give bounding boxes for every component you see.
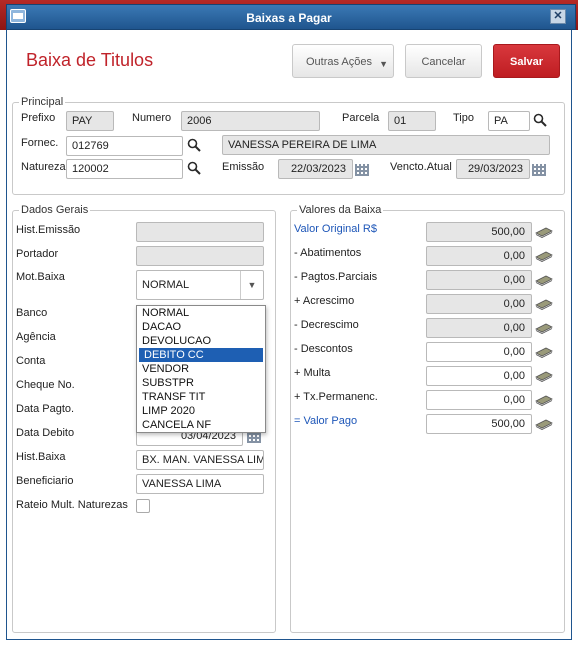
option-vendor[interactable]: VENDOR <box>137 362 265 376</box>
hist-emissao-field[interactable] <box>136 222 264 242</box>
hist-emissao-label: Hist.Emissão <box>16 224 81 236</box>
banco-label: Banco <box>16 307 48 319</box>
valor-original-label: Valor Original R$ <box>294 223 377 235</box>
fornec-nome-field[interactable]: VANESSA PEREIRA DE LIMA <box>222 135 550 155</box>
money-icon[interactable] <box>535 298 553 310</box>
tipo-label: Tipo <box>453 112 474 124</box>
option-substpr[interactable]: SUBSTPR <box>137 376 265 390</box>
parcela-field[interactable]: 01 <box>388 111 436 131</box>
window-title: Baixas a Pagar <box>246 11 332 25</box>
title-bar: Baixas a Pagar ✕ <box>0 0 578 30</box>
fornec-label: Fornec. <box>21 137 59 149</box>
valores-legend: Valores da Baixa <box>299 204 382 216</box>
descontos-field[interactable]: 0,00 <box>426 342 532 362</box>
vencto-field[interactable]: 29/03/2023 <box>456 159 530 179</box>
natureza-label: Natureza <box>21 161 66 173</box>
descontos-label: - Descontos <box>294 343 353 355</box>
data-pagto-label: Data Pagto. <box>16 403 75 415</box>
option-limp-2020[interactable]: LIMP 2020 <box>137 404 265 418</box>
other-actions-button[interactable]: Outras Ações ▼ <box>292 44 394 78</box>
mot-baixa-select[interactable]: NORMAL ▼ <box>136 270 264 300</box>
pagtos-parciais-field[interactable]: 0,00 <box>426 270 532 290</box>
conta-label: Conta <box>16 355 46 367</box>
save-button[interactable]: Salvar <box>493 44 560 78</box>
prefixo-label: Prefixo <box>21 112 56 124</box>
multa-label: + Multa <box>294 367 331 379</box>
search-icon[interactable] <box>187 161 201 175</box>
rateio-checkbox[interactable] <box>136 499 150 513</box>
money-icon[interactable] <box>535 322 553 334</box>
money-icon[interactable] <box>535 370 553 382</box>
valor-original-field[interactable]: 500,00 <box>426 222 532 242</box>
money-icon[interactable] <box>535 418 553 430</box>
prefixo-field[interactable]: PAY <box>66 111 114 131</box>
tipo-field[interactable]: PA <box>488 111 530 131</box>
abatimentos-field[interactable]: 0,00 <box>426 246 532 266</box>
option-normal[interactable]: NORMAL <box>137 306 265 320</box>
acrescimo-field[interactable]: 0,00 <box>426 294 532 314</box>
emissao-field[interactable]: 22/03/2023 <box>278 159 353 179</box>
money-icon[interactable] <box>535 250 553 262</box>
valor-pago-label: = Valor Pago <box>294 415 358 427</box>
hist-baixa-field[interactable]: BX. MAN. VANESSA LIMA <box>136 450 264 470</box>
acrescimo-label: + Acrescimo <box>294 295 355 307</box>
portador-label: Portador <box>16 248 59 260</box>
chevron-down-icon: ▼ <box>240 271 263 299</box>
money-icon[interactable] <box>535 394 553 406</box>
beneficiario-label: Beneficiario <box>16 475 74 487</box>
cancel-button[interactable]: Cancelar <box>405 44 482 78</box>
multa-field[interactable]: 0,00 <box>426 366 532 386</box>
mot-baixa-value: NORMAL <box>142 279 190 291</box>
dados-gerais-legend: Dados Gerais <box>21 204 89 216</box>
money-icon[interactable] <box>535 274 553 286</box>
option-transf-tit[interactable]: TRANSF TIT <box>137 390 265 404</box>
vencto-label: Vencto.Atual <box>390 161 452 173</box>
tx-permanenc-label: + Tx.Permanenc. <box>294 391 378 403</box>
parcela-label: Parcela <box>342 112 380 124</box>
cheque-label: Cheque No. <box>16 379 75 391</box>
tx-permanenc-field[interactable]: 0,00 <box>426 390 532 410</box>
money-icon[interactable] <box>535 226 553 238</box>
rateio-label: Rateio Mult. Naturezas <box>16 499 128 511</box>
calendar-icon[interactable] <box>532 164 546 176</box>
calendar-icon[interactable] <box>355 164 369 176</box>
option-dacao[interactable]: DACAO <box>137 320 265 334</box>
natureza-field[interactable]: 120002 <box>66 159 183 179</box>
chevron-down-icon: ▼ <box>379 59 388 69</box>
pagtos-parciais-label: - Pagtos.Parciais <box>294 271 378 283</box>
money-icon[interactable] <box>535 346 553 358</box>
numero-label: Numero <box>132 112 172 124</box>
agencia-label: Agência <box>16 331 56 343</box>
data-debito-label: Data Debito <box>16 427 75 439</box>
emissao-label: Emissão <box>222 161 265 173</box>
valor-pago-field[interactable]: 500,00 <box>426 414 532 434</box>
decrescimo-label: - Decrescimo <box>294 319 359 331</box>
mot-baixa-label: Mot.Baixa <box>16 271 65 283</box>
option-cancela-nf[interactable]: CANCELA NF <box>137 418 265 432</box>
page-title: Baixa de Titulos <box>26 50 154 70</box>
other-actions-label: Outras Ações <box>305 56 373 68</box>
search-icon[interactable] <box>187 138 201 152</box>
portador-field[interactable] <box>136 246 264 266</box>
beneficiario-field[interactable]: VANESSA LIMA <box>136 474 264 494</box>
principal-legend: Principal <box>21 96 64 108</box>
fornec-field[interactable]: 012769 <box>66 136 183 156</box>
option-devolucao[interactable]: DEVOLUCAO <box>137 334 265 348</box>
mot-baixa-options-list[interactable]: NORMAL DACAO DEVOLUCAO DEBITO CC VENDOR … <box>136 305 266 433</box>
abatimentos-label: - Abatimentos <box>294 247 362 259</box>
numero-field[interactable]: 2006 <box>181 111 320 131</box>
close-icon[interactable]: ✕ <box>550 9 566 24</box>
decrescimo-field[interactable]: 0,00 <box>426 318 532 338</box>
search-icon[interactable] <box>533 113 547 127</box>
hist-baixa-label: Hist.Baixa <box>16 451 66 463</box>
option-debito-cc[interactable]: DEBITO CC <box>138 347 264 363</box>
